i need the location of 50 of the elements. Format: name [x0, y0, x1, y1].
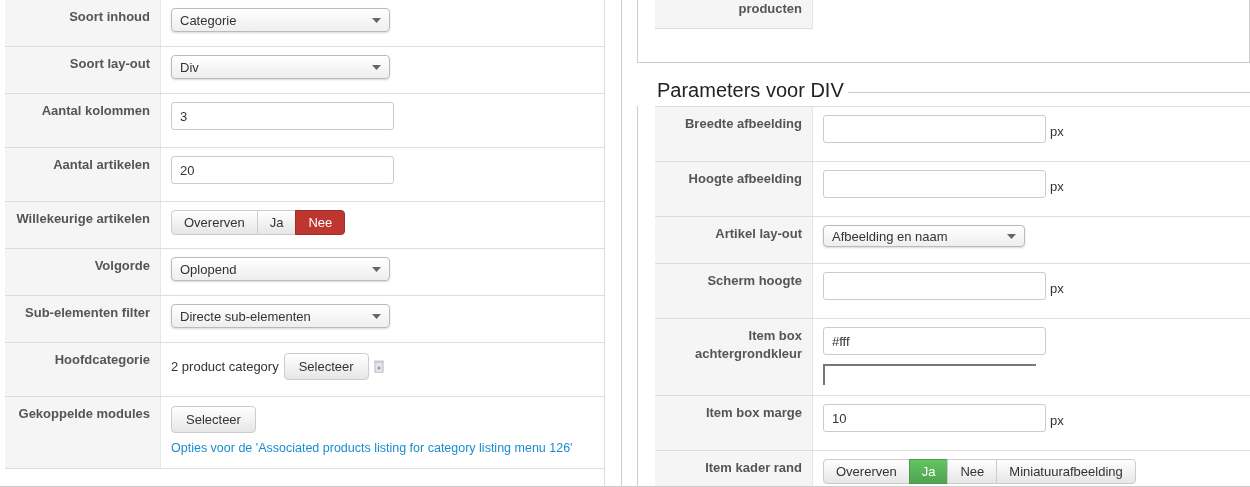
dropdown[interactable]: Oplopend	[171, 257, 390, 281]
trash-icon[interactable]	[373, 360, 384, 373]
toggle-option[interactable]: Overerven	[823, 459, 910, 484]
field-label: Sub-elementen filter	[25, 305, 150, 320]
toggle-option[interactable]: Miniatuurafbeelding	[996, 459, 1136, 484]
field-label: Item box achtergrondkleur	[695, 328, 802, 361]
field-label: Scherm hoogte	[707, 273, 802, 288]
unit-label: px	[1050, 412, 1064, 428]
unit-label: px	[1050, 178, 1064, 194]
select-button[interactable]: Selecteer	[283, 353, 369, 380]
toggle-option[interactable]: Ja	[256, 210, 297, 235]
field-label: producten	[738, 1, 802, 16]
input-field[interactable]	[823, 272, 1046, 300]
toggle-option[interactable]: Nee	[947, 459, 998, 484]
input-field[interactable]	[823, 170, 1046, 198]
select-button[interactable]: Selecteer	[171, 406, 256, 433]
field-label: Artikel lay-out	[715, 226, 802, 241]
input-field[interactable]: 10	[823, 404, 1046, 432]
field-label: Gekoppelde modules	[18, 406, 150, 421]
category-value: 2 product category	[171, 359, 279, 374]
caret-icon	[1007, 233, 1016, 239]
toggle-option[interactable]: Nee	[295, 210, 346, 235]
input-field[interactable]: 20	[171, 156, 394, 184]
dropdown[interactable]: Directe sub-elementen	[171, 304, 390, 328]
input-field[interactable]: 3	[171, 102, 394, 130]
color-field[interactable]: #fff	[823, 327, 1046, 355]
fieldset-legend: Parameters voor DIV	[637, 78, 848, 102]
input-field[interactable]	[823, 115, 1046, 143]
field-label: Hoogte afbeelding	[688, 171, 802, 186]
caret-icon	[372, 64, 381, 70]
caret-icon	[372, 313, 381, 319]
field-label: Aantal artikelen	[53, 157, 150, 172]
caret-icon	[372, 266, 381, 272]
field-label: Willekeurige artikelen	[16, 211, 150, 226]
unit-label: px	[1050, 123, 1064, 139]
options-link[interactable]: Opties voor de 'Associated products listing for category listing menu 126'	[171, 441, 573, 455]
field-label: Volgorde	[94, 258, 150, 273]
field-label: Aantal kolommen	[41, 103, 150, 118]
dropdown[interactable]: Categorie	[171, 8, 390, 32]
dropdown[interactable]: Afbeelding en naam	[823, 225, 1025, 247]
field-label: Soort inhoud	[69, 9, 150, 24]
field-label: Item kader rand	[705, 460, 802, 475]
caret-icon	[372, 17, 381, 23]
unit-label: px	[1050, 280, 1064, 296]
field-label: Soort lay-out	[69, 56, 150, 71]
field-label: Breedte afbeelding	[684, 116, 802, 131]
field-label: Hoofdcategorie	[54, 352, 150, 367]
field-label: Item box marge	[705, 405, 802, 420]
dropdown[interactable]: Div	[171, 55, 390, 79]
toggle-option[interactable]: Overerven	[171, 210, 258, 235]
